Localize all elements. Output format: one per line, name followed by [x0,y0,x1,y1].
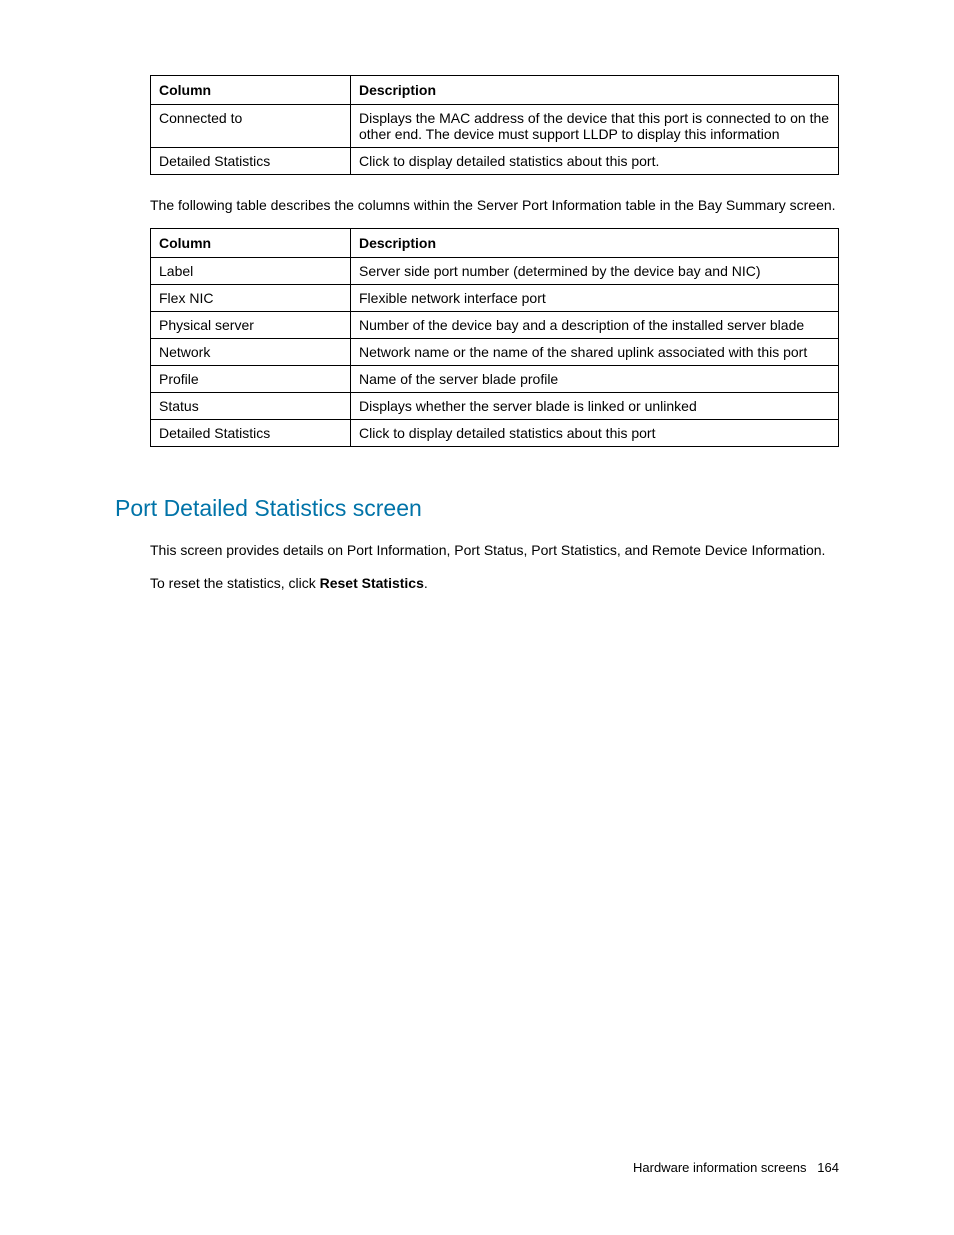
cell: Flex NIC [151,285,351,312]
paragraph-reset: To reset the statistics, click Reset Sta… [150,573,839,594]
section-heading: Port Detailed Statistics screen [115,495,839,522]
cell: Physical server [151,312,351,339]
table-row: Status Displays whether the server blade… [151,393,839,420]
footer-page-number: 164 [817,1160,839,1175]
cell: Connected to [151,105,351,148]
reset-suffix: . [424,575,428,591]
paragraph: The following table describes the column… [150,195,839,216]
table-row: Detailed Statistics Click to display det… [151,148,839,175]
page-footer: Hardware information screens 164 [633,1160,839,1175]
reset-bold: Reset Statistics [320,575,424,591]
cell: Number of the device bay and a descripti… [351,312,839,339]
cell: Detailed Statistics [151,420,351,447]
footer-label: Hardware information screens [633,1160,806,1175]
table-1: Column Description Connected to Displays… [150,75,839,175]
table-header-column: Column [151,76,351,105]
reset-prefix: To reset the statistics, click [150,575,320,591]
cell: Click to display detailed statistics abo… [351,148,839,175]
table-row: Physical server Number of the device bay… [151,312,839,339]
table-row: Profile Name of the server blade profile [151,366,839,393]
table-header-column: Column [151,229,351,258]
table-row: Network Network name or the name of the … [151,339,839,366]
cell: Detailed Statistics [151,148,351,175]
cell: Name of the server blade profile [351,366,839,393]
cell: Network [151,339,351,366]
cell: Status [151,393,351,420]
table-row: Flex NIC Flexible network interface port [151,285,839,312]
cell: Server side port number (determined by t… [351,258,839,285]
table-row: Detailed Statistics Click to display det… [151,420,839,447]
cell: Displays whether the server blade is lin… [351,393,839,420]
table-header-description: Description [351,229,839,258]
cell: Profile [151,366,351,393]
cell: Label [151,258,351,285]
paragraph: This screen provides details on Port Inf… [150,540,839,561]
cell: Click to display detailed statistics abo… [351,420,839,447]
table-row: Connected to Displays the MAC address of… [151,105,839,148]
cell: Network name or the name of the shared u… [351,339,839,366]
table-2: Column Description Label Server side por… [150,228,839,447]
cell: Displays the MAC address of the device t… [351,105,839,148]
table-row: Label Server side port number (determine… [151,258,839,285]
cell: Flexible network interface port [351,285,839,312]
table-header-description: Description [351,76,839,105]
